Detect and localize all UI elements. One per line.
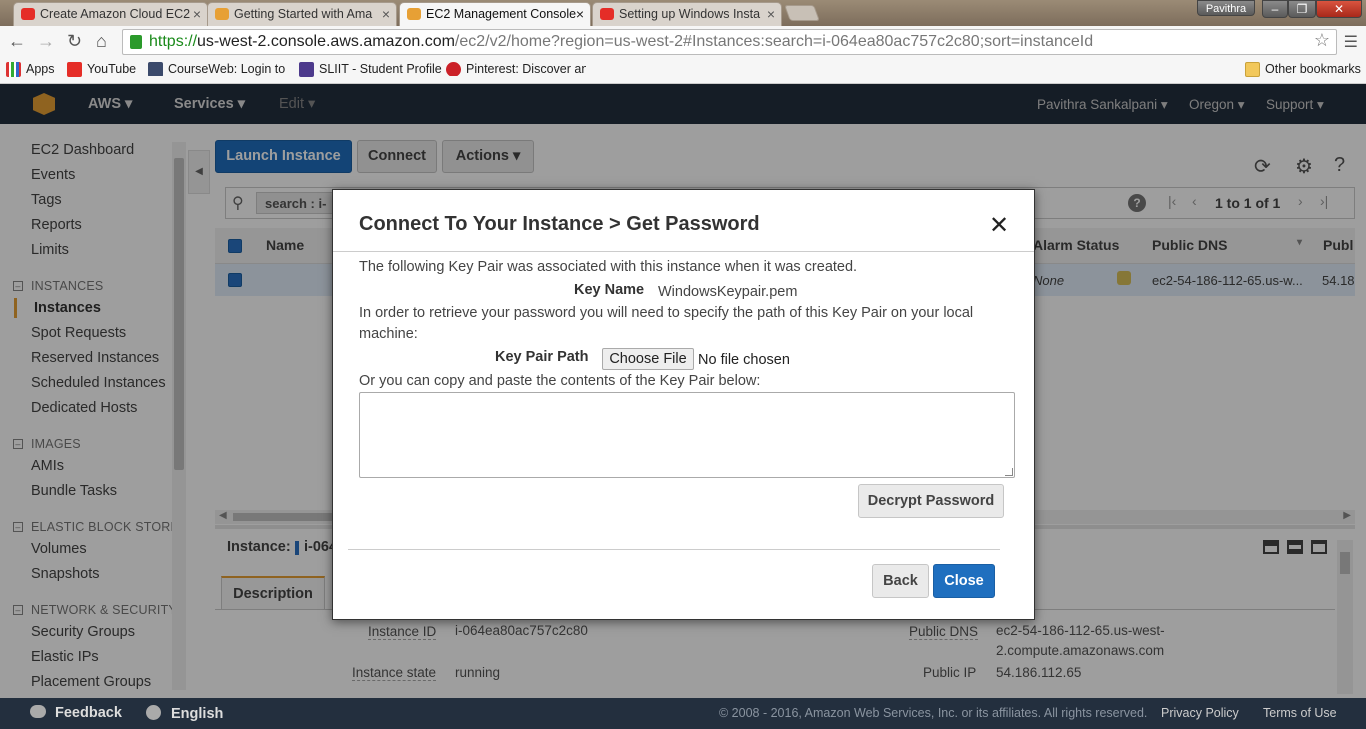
youtube-icon [600,8,614,20]
bookmark-other[interactable]: Other bookmarks [1245,62,1361,77]
pinterest-icon [446,62,461,76]
no-file-chosen-text: No file chosen [698,352,790,368]
copyright-text: © 2008 - 2016, Amazon Web Services, Inc.… [719,706,1148,720]
courseweb-icon [148,62,163,76]
window-close-icon[interactable]: ✕ [1316,0,1362,18]
url-host: us-west-2.console.aws.amazon.com [197,33,455,50]
youtube-icon [67,62,82,77]
key-name-value: WindowsKeypair.pem [658,284,798,300]
back-button[interactable]: Back [872,564,929,598]
bookmarks-bar: Apps YouTube CourseWeb: Login to SLIIT -… [0,58,1366,84]
url-path: /ec2/v2/home?region=us-west-2#Instances:… [454,33,1094,50]
close-tab-icon[interactable]: × [193,6,201,22]
forward-arrow-icon[interactable]: → [37,31,55,52]
intro-text: The following Key Pair was associated wi… [359,259,858,275]
bookmark-star-icon[interactable]: ☆ [1314,30,1330,51]
bookmark-sliit[interactable]: SLIIT - Student Profile [299,62,442,77]
console-footer: Feedback English © 2008 - 2016, Amazon W… [0,698,1366,729]
get-password-dialog: Connect To Your Instance > Get Password … [332,189,1035,620]
browser-user-badge[interactable]: Pavithra [1197,0,1255,16]
folder-icon [1245,62,1260,77]
tab-title: Create Amazon Cloud EC2 [40,7,191,21]
reload-icon[interactable]: ↻ [67,31,82,52]
language-selector[interactable]: English [146,705,223,722]
divider [348,549,1000,550]
close-tab-icon[interactable]: × [576,6,584,22]
browser-toolbar: ← → ↻ ⌂ https://us-west-2.console.aws.am… [0,26,1366,58]
back-arrow-icon[interactable]: ← [8,31,26,52]
aws-icon [215,8,229,20]
address-bar[interactable]: https://us-west-2.console.aws.amazon.com… [122,29,1337,55]
url-scheme: https:// [149,33,198,50]
new-tab-button[interactable] [784,5,820,21]
close-tab-icon[interactable]: × [382,6,390,22]
apps-grid-icon [6,62,21,77]
sliit-icon [299,62,314,77]
aws-icon [407,8,421,20]
key-pair-contents-textarea[interactable] [359,392,1015,478]
bookmark-courseweb[interactable]: CourseWeb: Login to [148,62,288,76]
browser-tab[interactable]: Getting Started with Ama × [207,2,397,26]
browser-tab[interactable]: Create Amazon Cloud EC2 × [13,2,208,26]
youtube-icon [21,8,35,20]
tab-title: EC2 Management Console [426,7,577,21]
instructions-text-continued: machine: [359,326,418,342]
divider [333,251,1034,252]
browser-tab-active[interactable]: EC2 Management Console × [399,2,591,26]
browser-tab[interactable]: Setting up Windows Insta × [592,2,782,26]
close-button[interactable]: Close [933,564,995,598]
close-tab-icon[interactable]: × [767,6,775,22]
key-pair-path-label: Key Pair Path [495,349,589,365]
browser-menu-icon[interactable]: ☰ [1344,32,1358,52]
textarea-resize-handle[interactable] [1005,468,1013,476]
feedback-link[interactable]: Feedback [30,705,122,721]
tab-title: Getting Started with Ama [234,7,373,21]
bookmark-pinterest[interactable]: Pinterest: Discover an [446,62,586,76]
tab-title: Setting up Windows Insta [619,7,761,21]
home-icon[interactable]: ⌂ [96,31,107,52]
bookmark-apps[interactable]: Apps [6,62,55,77]
lock-icon [130,35,142,49]
minimize-icon[interactable]: – [1262,0,1288,18]
globe-icon [146,705,161,720]
speech-bubble-icon [30,705,46,718]
terms-of-use-link[interactable]: Terms of Use [1263,706,1337,720]
choose-file-button[interactable]: Choose File [602,348,694,370]
decrypt-password-button[interactable]: Decrypt Password [858,484,1004,518]
browser-tab-strip: Create Amazon Cloud EC2 × Getting Starte… [0,0,1366,26]
dialog-title: Connect To Your Instance > Get Password [359,213,760,235]
privacy-policy-link[interactable]: Privacy Policy [1161,706,1239,720]
maximize-icon[interactable]: ❐ [1288,0,1316,18]
paste-instructions-text: Or you can copy and paste the contents o… [359,373,761,389]
bookmark-youtube[interactable]: YouTube [67,62,136,77]
close-icon[interactable]: ✕ [989,211,1009,240]
key-name-label: Key Name [574,282,645,298]
instructions-text: In order to retrieve your password you w… [359,305,974,321]
